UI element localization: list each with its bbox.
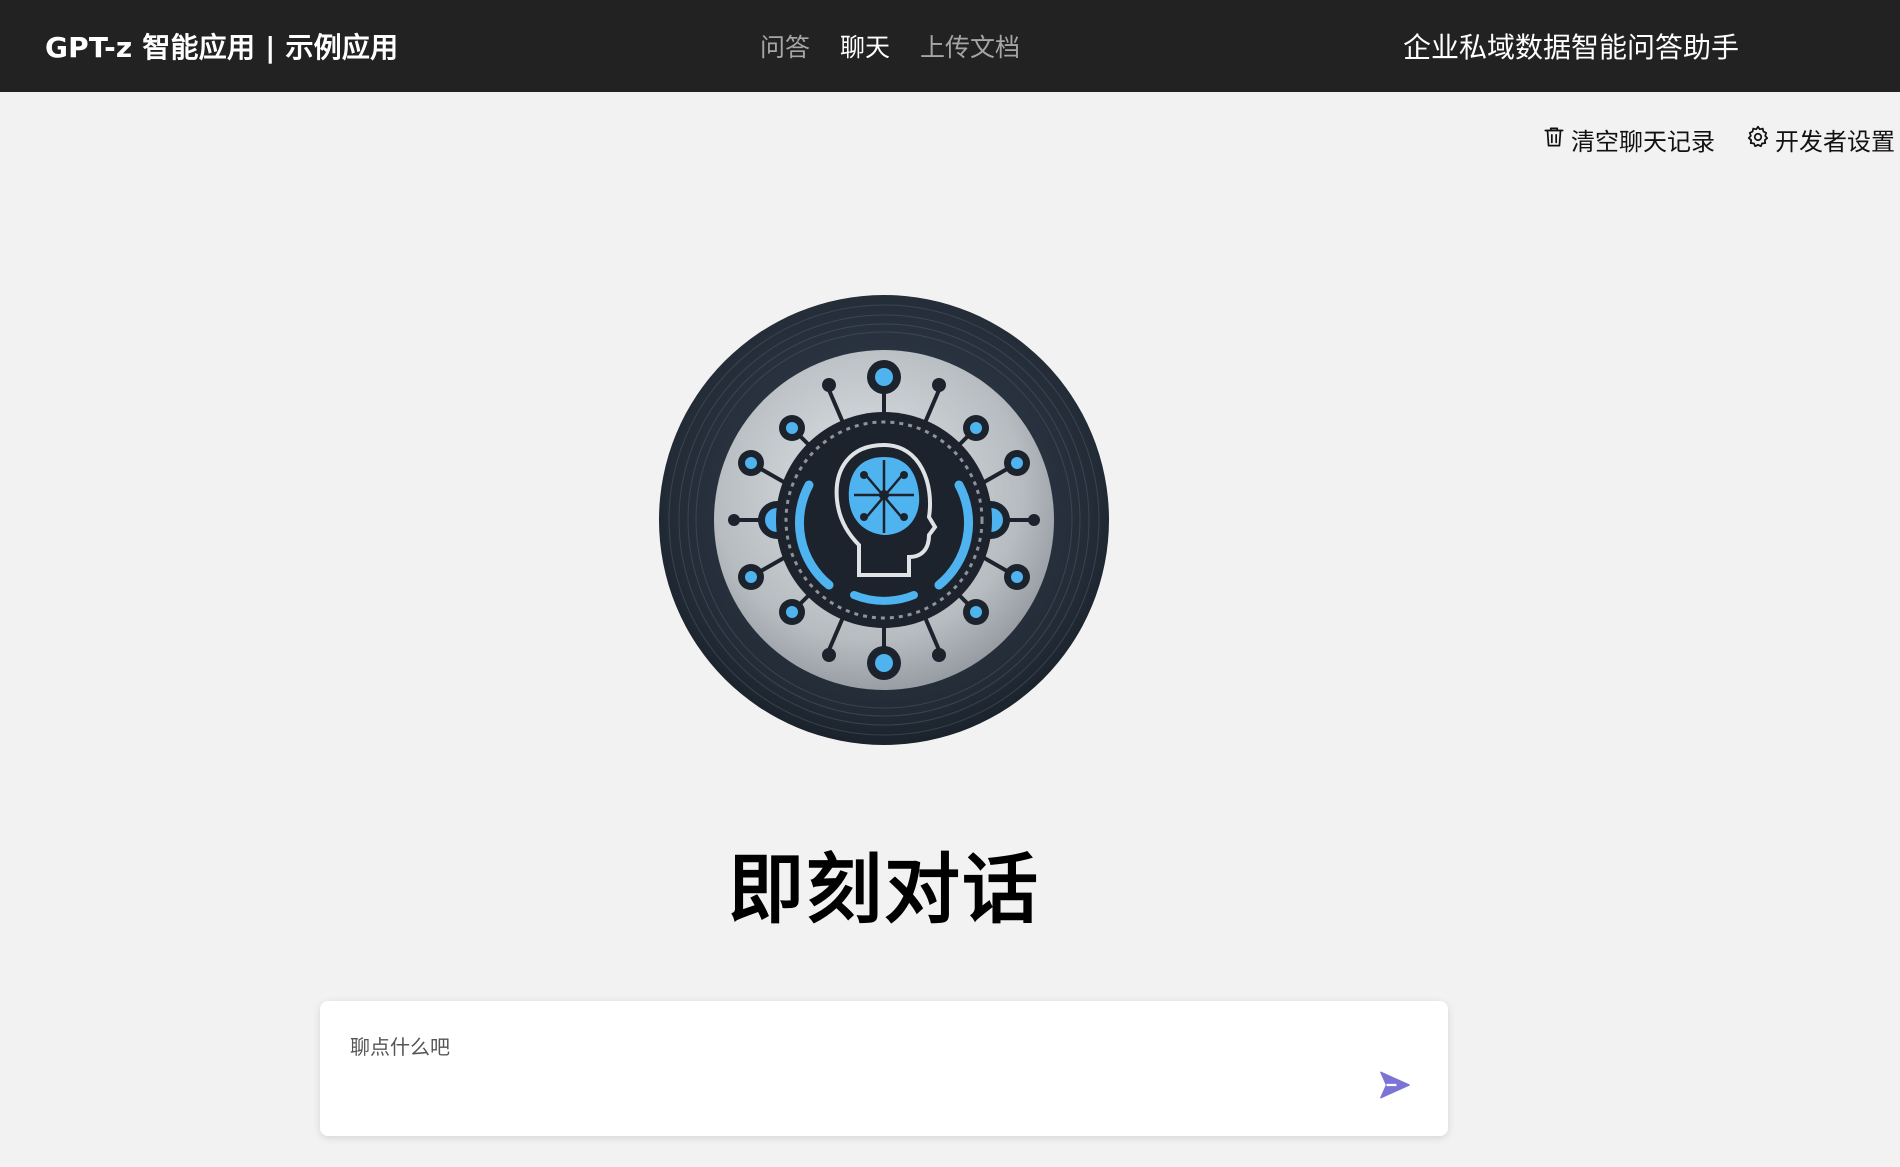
developer-settings-button[interactable]: 开发者设置	[1745, 122, 1895, 157]
chat-input[interactable]	[350, 1031, 1350, 1111]
send-icon	[1378, 1068, 1418, 1102]
gear-icon	[1745, 124, 1771, 156]
brand-title: GPT-z 智能应用 | 示例应用	[45, 31, 399, 64]
main-nav: 问答 聊天 上传文档	[760, 0, 1020, 92]
nav-item-upload[interactable]: 上传文档	[920, 28, 1020, 64]
page-title: 即刻对话	[728, 845, 1040, 934]
clear-chat-button[interactable]: 清空聊天记录	[1541, 122, 1715, 157]
top-header: GPT-z 智能应用 | 示例应用 问答 聊天 上传文档 企业私域数据智能问答助…	[0, 0, 1900, 92]
ai-brain-logo-graphic	[659, 295, 1109, 745]
nav-item-chat[interactable]: 聊天	[840, 28, 890, 64]
developer-settings-label: 开发者设置	[1775, 128, 1895, 156]
header-right-title: 企业私域数据智能问答助手	[1403, 31, 1740, 64]
nav-item-qa[interactable]: 问答	[760, 28, 810, 64]
send-button[interactable]	[1378, 1065, 1418, 1105]
clear-chat-label: 清空聊天记录	[1571, 128, 1715, 156]
chat-input-box	[320, 1001, 1448, 1136]
chat-toolbar: 清空聊天记录 开发者设置	[1541, 122, 1895, 157]
ai-brain-logo	[659, 295, 1109, 745]
trash-icon	[1541, 124, 1567, 156]
